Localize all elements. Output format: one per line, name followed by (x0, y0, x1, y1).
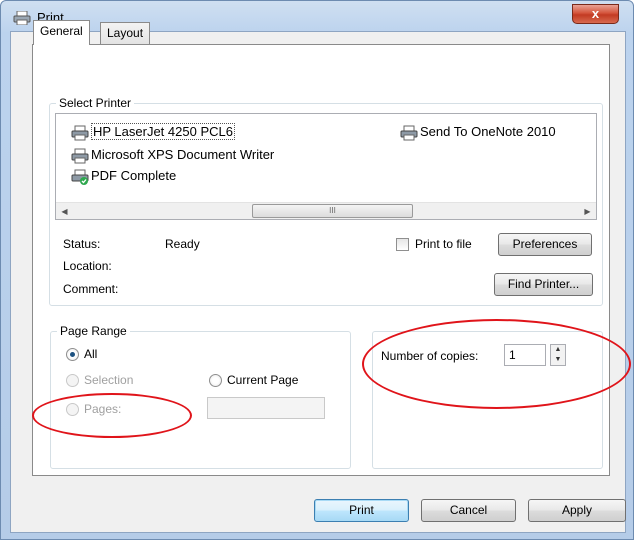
print-to-file-label[interactable]: Print to file (415, 237, 472, 251)
status-label: Status: (63, 237, 101, 251)
printer-icon (71, 125, 89, 141)
print-dialog: Print x General Layout Select Printer HP… (0, 0, 634, 540)
printer-name: PDF Complete (91, 168, 177, 183)
annotation-circle-pages (32, 393, 192, 438)
selection-radio[interactable] (66, 374, 79, 387)
printer-check-icon (71, 169, 89, 185)
printer-item-pdf-complete[interactable]: PDF Complete (71, 167, 176, 185)
tab-general[interactable]: General (33, 20, 90, 45)
printer-name: Send To OneNote 2010 (420, 124, 556, 139)
apply-button[interactable]: Apply (528, 499, 626, 522)
select-printer-label: Select Printer (56, 96, 135, 110)
selection-radio-label[interactable]: Selection (84, 373, 133, 387)
all-radio[interactable] (66, 348, 79, 361)
title-bar[interactable]: Print x (1, 1, 633, 35)
current-page-radio-label[interactable]: Current Page (227, 373, 298, 387)
print-button-label: Print (349, 503, 374, 517)
close-icon: x (591, 6, 600, 21)
preferences-button[interactable]: Preferences (498, 233, 592, 256)
printer-item-onenote[interactable]: Send To OneNote 2010 (400, 123, 556, 141)
horizontal-scrollbar[interactable]: ◀ III ▶ (56, 202, 596, 219)
status-value: Ready (165, 237, 200, 251)
printer-item-hp-laserjet[interactable]: HP LaserJet 4250 PCL6 (71, 123, 235, 141)
cancel-button-label: Cancel (449, 503, 488, 517)
apply-button-label: Apply (561, 503, 593, 517)
printer-icon (71, 148, 89, 164)
preferences-button-label: Preferences (512, 237, 578, 251)
print-to-file-checkbox[interactable] (396, 238, 409, 251)
printer-item-xps[interactable]: Microsoft XPS Document Writer (71, 146, 274, 164)
close-button[interactable]: x (572, 4, 619, 24)
cancel-button[interactable]: Cancel (421, 499, 516, 522)
find-printer-button-label: Find Printer... (507, 277, 580, 291)
print-button[interactable]: Print (314, 499, 409, 522)
printer-name: HP LaserJet 4250 PCL6 (91, 123, 235, 140)
annotation-circle-copies (362, 319, 631, 409)
comment-label: Comment: (63, 282, 119, 296)
find-printer-button[interactable]: Find Printer... (494, 273, 593, 296)
printer-name: Microsoft XPS Document Writer (91, 147, 275, 162)
page-range-label: Page Range (57, 324, 130, 338)
scroll-left-icon[interactable]: ◀ (56, 203, 73, 220)
printer-list[interactable]: HP LaserJet 4250 PCL6 Send To OneNote 20… (55, 113, 597, 220)
printer-icon (400, 125, 418, 141)
scroll-thumb[interactable]: III (252, 204, 413, 218)
tab-general-label: General (40, 24, 83, 38)
printer-icon (13, 11, 31, 25)
location-label: Location: (63, 259, 112, 273)
scroll-right-icon[interactable]: ▶ (579, 203, 596, 220)
current-page-radio[interactable] (209, 374, 222, 387)
all-radio-label[interactable]: All (84, 347, 97, 361)
pages-input[interactable] (207, 397, 325, 419)
tab-layout[interactable]: Layout (100, 22, 151, 44)
tab-layout-label: Layout (107, 26, 144, 40)
